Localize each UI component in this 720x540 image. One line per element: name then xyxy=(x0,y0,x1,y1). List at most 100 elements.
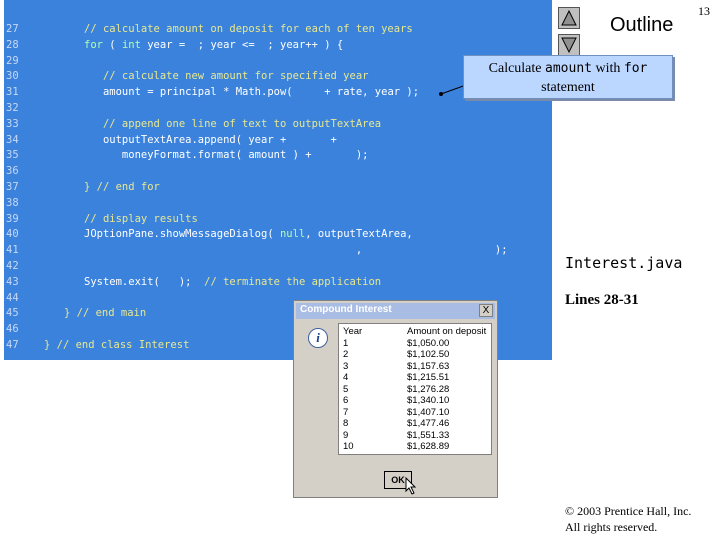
result-year: 3 xyxy=(343,360,349,372)
line-number: 45 xyxy=(6,307,19,320)
line-number: 38 xyxy=(6,196,19,209)
header-year: Year xyxy=(343,326,363,337)
line-number: 47 xyxy=(6,339,19,351)
copyright-line1: © 2003 Prentice Hall, Inc. xyxy=(565,504,692,518)
code-text: moneyFormat.format( amount ) + xyxy=(84,149,318,162)
line-number: 42 xyxy=(6,260,19,272)
code-text: , xyxy=(84,244,363,257)
code-line: // calculate amount on deposit for each … xyxy=(84,22,413,36)
result-amount: $1,102.50 xyxy=(407,349,450,360)
code-text: ); xyxy=(166,275,205,288)
code-text: , outputTextArea, xyxy=(305,228,413,241)
outline-title: Outline xyxy=(610,14,674,36)
code-text: System.exit( xyxy=(84,275,167,288)
close-icon: X xyxy=(482,305,490,316)
result-year: 10 xyxy=(343,441,354,452)
callout-box: Calculate amount with for statement xyxy=(463,55,673,99)
code-keyword: int xyxy=(121,38,141,51)
code-line: // append one line of text to outputText… xyxy=(84,117,381,131)
result-year: 1 xyxy=(343,337,349,349)
line-number: 43 xyxy=(6,275,19,288)
triangle-down-icon xyxy=(561,37,577,53)
header-amount: Amount on deposit xyxy=(407,326,487,337)
code-line: } // end class Interest xyxy=(44,338,189,352)
dialog-titlebar[interactable]: Compound Interest X xyxy=(296,303,495,319)
code-comment: } // end for xyxy=(84,181,160,193)
result-year: 5 xyxy=(343,383,349,395)
callout-code-amount: amount xyxy=(545,61,592,76)
copyright: © 2003 Prentice Hall, Inc. All rights re… xyxy=(565,503,691,535)
code-line: amount = principal * Math.pow( + rate, y… xyxy=(84,85,419,99)
triangle-up-icon xyxy=(561,10,577,26)
information-icon: i xyxy=(308,328,328,348)
code-text: ; year++ ) { xyxy=(261,38,344,51)
code-comment: } // end class Interest xyxy=(44,339,190,351)
line-number: 34 xyxy=(6,133,19,146)
close-button[interactable]: X xyxy=(479,304,493,317)
code-text: ( xyxy=(102,38,122,51)
code-text: amount = principal * Math.pow( xyxy=(84,86,299,99)
line-number: 33 xyxy=(6,117,19,130)
line-number: 30 xyxy=(6,70,19,83)
callout-prefix: Calculate xyxy=(488,61,546,76)
code-text: ); xyxy=(362,244,508,257)
result-amount: $1,157.63 xyxy=(407,360,450,372)
result-amount: $1,628.89 xyxy=(407,441,450,452)
code-comment: // terminate the application xyxy=(204,275,382,288)
code-comment: // append one line of text to outputText… xyxy=(84,117,382,130)
code-text: year = xyxy=(140,38,192,51)
line-number: 29 xyxy=(6,54,19,67)
result-amount: $1,477.46 xyxy=(407,418,450,429)
code-line: outputTextArea.append( year + + xyxy=(84,133,337,147)
result-year: 8 xyxy=(343,418,349,429)
code-keyword: null xyxy=(279,228,306,241)
code-comment: } // end main xyxy=(64,307,147,320)
line-number: 27 xyxy=(6,23,19,35)
result-year: 7 xyxy=(343,406,349,418)
code-text: + rate, year ); xyxy=(298,86,420,99)
line-number: 37 xyxy=(6,181,19,193)
line-number: 36 xyxy=(6,165,19,178)
result-year: 4 xyxy=(343,372,349,383)
slide-number: 13 xyxy=(698,4,710,18)
results-text-area[interactable]: Year Amount on deposit 1 $1,050.00 2 $1,102… xyxy=(338,323,492,455)
code-text: + xyxy=(292,133,337,146)
code-comment: // calculate new amount for specified ye… xyxy=(84,70,369,83)
code-line: // calculate new amount for specified ye… xyxy=(84,69,369,83)
copyright-line2: All rights reserved. xyxy=(565,520,658,534)
code-line: for ( int year = ; year <= ; year++ ) { xyxy=(84,38,343,52)
callout-line2: statement xyxy=(541,80,595,95)
callout-code-for: for xyxy=(623,61,648,76)
line-number: 39 xyxy=(6,212,19,225)
code-comment: // display results xyxy=(84,212,198,225)
outline-prev-button[interactable] xyxy=(558,7,580,29)
code-text: ); xyxy=(317,149,369,162)
result-year: 2 xyxy=(343,349,349,360)
code-line: } // end main xyxy=(64,306,146,320)
result-amount: $1,276.28 xyxy=(407,383,450,395)
callout-mid: with xyxy=(591,61,624,76)
result-year: 6 xyxy=(343,395,349,406)
result-amount: $1,340.10 xyxy=(407,395,450,406)
line-number: 41 xyxy=(6,244,19,257)
compound-interest-dialog: Compound Interest X i Year Amount on dep… xyxy=(293,300,498,498)
code-line: // display results xyxy=(84,212,198,226)
code-line: } // end for xyxy=(84,180,160,194)
code-keyword: for xyxy=(84,38,103,51)
code-text: outputTextArea.append( year + xyxy=(84,133,293,146)
line-number: 44 xyxy=(6,291,19,304)
result-year: 9 xyxy=(343,429,349,441)
line-number: 28 xyxy=(6,38,19,51)
result-amount: $1,215.51 xyxy=(407,372,450,383)
line-number: 35 xyxy=(6,149,19,162)
code-line: moneyFormat.format( amount ) + ); xyxy=(84,148,369,162)
result-amount: $1,407.10 xyxy=(407,406,450,418)
outline-next-button[interactable] xyxy=(558,34,580,56)
code-comment: // calculate amount on deposit for each … xyxy=(84,23,413,35)
line-number: 31 xyxy=(6,86,19,99)
code-text: ; year <= xyxy=(191,38,262,51)
line-number: 40 xyxy=(6,228,19,241)
lines-label: Lines 28-31 xyxy=(565,292,639,308)
line-number: 46 xyxy=(6,323,19,336)
file-name: Interest.java xyxy=(565,254,683,272)
